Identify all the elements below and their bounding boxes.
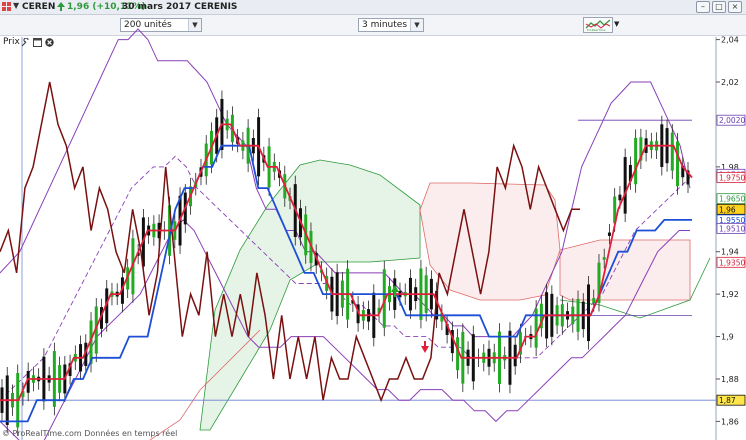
y-axis-tick-label: 1,9 [721, 333, 734, 342]
candle-body [513, 344, 517, 367]
y-axis-tick-label: 1,94 [721, 248, 739, 257]
candle-body [618, 194, 622, 201]
price-tag-label: 1,87 [719, 396, 736, 405]
y-axis-tick-label: 2,04 [721, 36, 739, 45]
price-tag-label: 1,9750 [719, 173, 745, 182]
candle-body [676, 141, 680, 187]
close-panel-icon[interactable] [45, 38, 54, 47]
wrench-icon[interactable] [21, 38, 30, 47]
price-tag-label: 1,9350 [719, 258, 745, 267]
price-tag-label: 1,9650 [719, 195, 745, 204]
y-axis-tick-label: 1,92 [721, 290, 739, 299]
candle-body [607, 232, 611, 236]
y-axis-tick-label: 2,02 [721, 78, 739, 87]
ichimoku-cloud-bearish-right [559, 239, 691, 301]
candle-body [592, 298, 596, 304]
price-tag-label: 1,9510 [719, 224, 745, 233]
window-icon[interactable] [33, 38, 42, 47]
candle-body [623, 157, 627, 214]
candle-body [634, 137, 638, 185]
candle-body [587, 284, 591, 342]
y-axis-tick-label: 1,88 [721, 375, 739, 384]
chart-panel-label: Prix [3, 37, 20, 47]
candle-body [602, 257, 606, 260]
price-tag-label: 2,0020 [719, 116, 745, 125]
y-axis-tick-label: 1,86 [721, 417, 739, 426]
candle-body [670, 132, 674, 171]
price-chart[interactable]: 2,042,021,981,941,921,91,881,862,00201,9… [0, 0, 746, 440]
price-tag-label: 1,96 [719, 205, 736, 214]
data-source-footer: © ProRealTime.com Données en temps réel [2, 429, 178, 438]
